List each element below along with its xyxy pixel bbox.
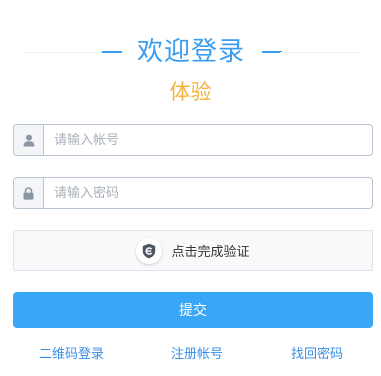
title-dash-right — [262, 51, 282, 53]
username-input[interactable] — [44, 125, 372, 155]
page-subtitle: 体验 — [169, 80, 212, 104]
register-link[interactable]: 注册帐号 — [171, 346, 223, 364]
submit-button[interactable]: 提交 — [13, 292, 373, 328]
title-divider-right — [280, 52, 360, 53]
login-title-row: 欢迎登录 — [22, 32, 360, 72]
captcha-button[interactable]: 点击完成验证 — [13, 230, 373, 271]
captcha-label: 点击完成验证 — [171, 245, 250, 260]
forgot-password-link[interactable]: 找回密码 — [291, 346, 343, 364]
username-field — [13, 124, 373, 156]
qr-login-link[interactable]: 二维码登录 — [39, 346, 104, 364]
password-input[interactable] — [44, 178, 372, 208]
password-field — [13, 177, 373, 209]
lock-icon — [14, 178, 44, 208]
shield-icon — [136, 237, 163, 264]
user-icon — [14, 125, 44, 155]
